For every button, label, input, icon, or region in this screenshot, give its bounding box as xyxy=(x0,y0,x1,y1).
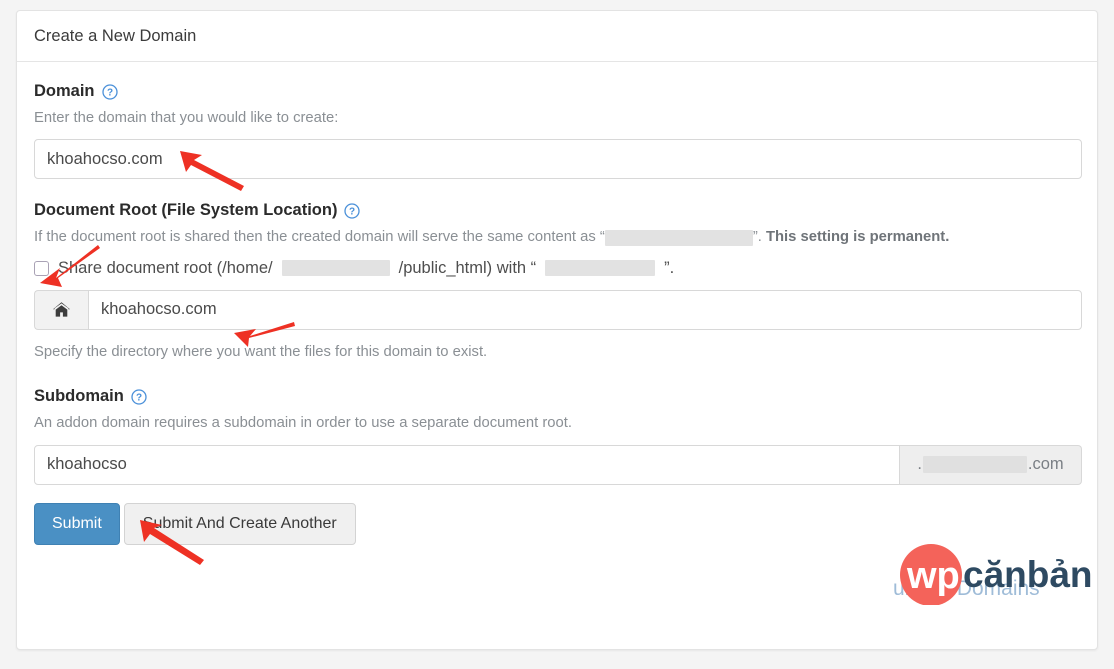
red-arrow-icon-share-checkbox xyxy=(38,243,104,289)
subdomain-label: Subdomain xyxy=(34,387,124,406)
redacted-account-name xyxy=(604,229,753,246)
document-root-description: If the document root is shared then the … xyxy=(34,227,1080,248)
red-arrow-icon-document-root-input xyxy=(232,320,298,350)
page-root: Create a New Domain Domain ? Enter the d… xyxy=(0,0,1114,669)
help-circle-icon[interactable]: ? xyxy=(344,203,361,219)
svg-text:?: ? xyxy=(136,392,142,403)
suffix-dot: . xyxy=(917,455,922,474)
svg-text:cănbản: cănbản xyxy=(963,554,1091,595)
subdomain-label-row: Subdomain ? xyxy=(34,387,1080,406)
document-root-footer-help: Specify the directory where you want the… xyxy=(34,343,488,360)
svg-text:?: ? xyxy=(106,87,112,98)
svg-text:?: ? xyxy=(349,207,355,218)
domain-description: Enter the domain that you would like to … xyxy=(34,110,339,126)
subdomain-input-group: . .com xyxy=(34,444,1082,485)
page-title: Create a New Domain xyxy=(34,26,197,45)
domain-label: Domain xyxy=(34,82,95,100)
document-root-section: Document Root (File System Location) ? I… xyxy=(34,201,1082,363)
submit-button[interactable]: Submit xyxy=(34,502,120,545)
document-root-description-after: ”. xyxy=(752,229,762,246)
redacted-home-user xyxy=(281,260,390,277)
watermark-logo: wp cănbản xyxy=(895,543,1093,606)
home-icon xyxy=(34,289,88,330)
share-checkbox-text-after: ”. xyxy=(664,258,675,277)
card-header: Create a New Domain xyxy=(17,11,1097,62)
card-body: Domain ? Enter the domain that you would… xyxy=(17,62,1097,545)
share-checkbox-text-middle: /public_html) with “ xyxy=(398,258,537,277)
suffix-tld: .com xyxy=(1027,455,1064,474)
share-document-root-row[interactable]: Share document root (/home//public_html)… xyxy=(34,259,1080,278)
subdomain-suffix-addon: . .com xyxy=(900,444,1082,485)
help-circle-icon[interactable]: ? xyxy=(131,389,147,405)
domain-label-row: Domain ? xyxy=(34,82,1080,101)
help-circle-icon[interactable]: ? xyxy=(101,83,118,100)
redacted-base-domain xyxy=(922,456,1027,474)
document-root-label: Document Root (File System Location) xyxy=(34,201,338,220)
permanent-note: This setting is permanent. xyxy=(765,229,950,246)
document-root-label-row: Document Root (File System Location) ? xyxy=(34,201,1080,220)
svg-text:wp: wp xyxy=(906,555,960,597)
subdomain-input[interactable] xyxy=(34,444,900,485)
red-arrow-icon-subdomain-input xyxy=(134,518,208,565)
subdomain-section: Subdomain ? An addon domain requires a s… xyxy=(34,387,1082,485)
subdomain-description: An addon domain requires a subdomain in … xyxy=(34,415,572,432)
redacted-shared-domain xyxy=(545,260,656,277)
document-root-description-before: If the document root is shared then the … xyxy=(34,229,605,246)
red-arrow-icon-domain-input xyxy=(174,148,248,191)
document-root-input-group xyxy=(34,289,1082,330)
